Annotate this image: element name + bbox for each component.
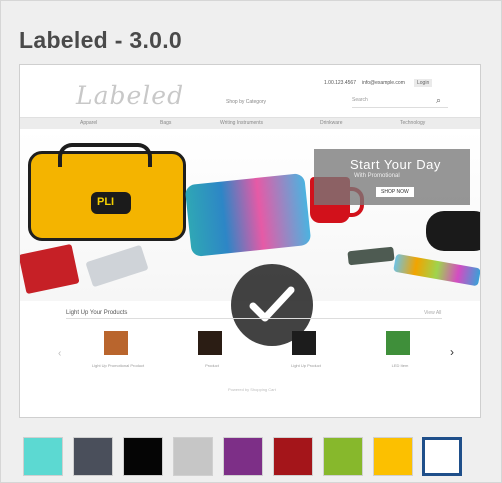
product-card: Light Up Promotional Product [78, 327, 158, 377]
products-section-title: Light Up Your Products [66, 310, 128, 316]
product-caption: Light Up Promotional Product [91, 363, 145, 368]
products-view-all: View All [424, 310, 442, 316]
color-swatch-lime[interactable] [323, 437, 363, 476]
color-swatch-crimson[interactable] [273, 437, 313, 476]
nav-item: Technology [400, 120, 426, 126]
search-icon: ⌕ [436, 95, 442, 105]
product-card: Light Up Product [266, 327, 346, 377]
bag-strap [58, 143, 152, 167]
product-caption: Product [205, 363, 219, 368]
shirts-image [184, 172, 312, 258]
product-image [292, 331, 316, 355]
color-swatch-white-selected[interactable] [422, 437, 462, 476]
color-swatch-purple[interactable] [223, 437, 263, 476]
nav-item: Drinkware [320, 120, 343, 126]
product-caption: Light Up Product [291, 363, 321, 368]
nav-item: Writing Instruments [220, 120, 263, 126]
color-swatch-charcoal[interactable] [73, 437, 113, 476]
header-phone: 1.00.123.4567 [324, 80, 356, 86]
color-swatch-silver[interactable] [173, 437, 213, 476]
product-image [198, 331, 222, 355]
speaker-image [426, 211, 480, 251]
color-swatch-turquoise[interactable] [23, 437, 63, 476]
theme-card: Labeled - 3.0.0 Labeled 1.00.123.4567 in… [0, 0, 502, 483]
color-swatch-black[interactable] [123, 437, 163, 476]
theme-preview[interactable]: Labeled 1.00.123.4567 info@example.com L… [19, 64, 481, 418]
hero-overlay: Start Your Day With Promotional SHOP NOW [314, 149, 470, 205]
product-caption: LED Item [391, 363, 409, 368]
hero-title: Start Your Day [350, 157, 441, 172]
preview-header: Labeled 1.00.123.4567 info@example.com L… [20, 75, 480, 115]
header-email: info@example.com [362, 80, 405, 86]
carousel-prev-icon: ‹ [58, 348, 62, 359]
theme-title: Labeled - 3.0.0 [19, 27, 183, 53]
preview-footer: Powered by Shopping Cart [228, 387, 276, 392]
product-card: Product [172, 327, 252, 377]
product-image [386, 331, 410, 355]
hero-shop-button: SHOP NOW [376, 187, 414, 197]
search-input: Search [352, 97, 448, 108]
carousel-next-icon: › [450, 345, 454, 359]
section-divider [66, 318, 442, 319]
category-select: Shop by Category [226, 99, 267, 105]
color-swatch-yellow[interactable] [373, 437, 413, 476]
hero-subtitle: With Promotional [354, 173, 400, 179]
store-logo: Labeled [76, 81, 185, 110]
product-card: LED Item [360, 327, 440, 377]
nav-item: Apparel [80, 120, 98, 126]
product-image [104, 331, 128, 355]
nav-item: Bags [160, 120, 172, 126]
bag-logo: PLI [91, 192, 131, 214]
header-login-button: Login [414, 79, 433, 87]
